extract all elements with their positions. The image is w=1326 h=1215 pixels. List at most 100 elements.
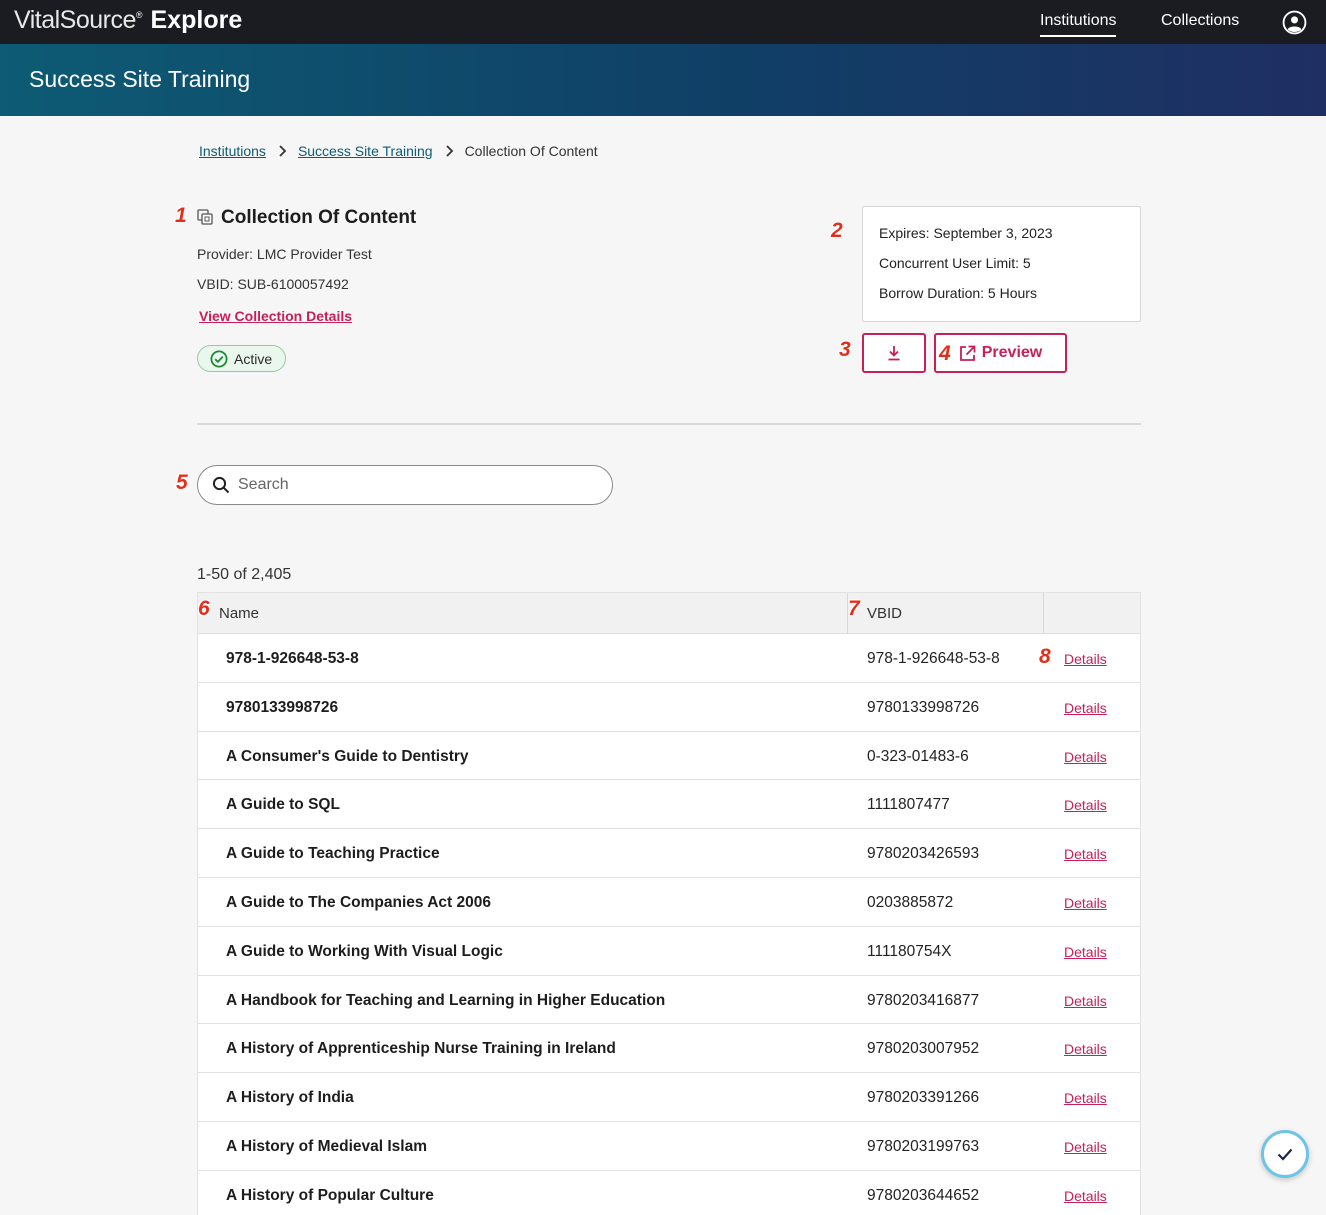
row-vbid: 9780203199763 [867,1137,980,1155]
view-collection-details-link[interactable]: View Collection Details [199,308,352,324]
chevron-right-icon [279,145,287,157]
row-vbid: 111180754X [867,942,952,960]
results-count: 1-50 of 2,405 [197,566,292,583]
table-row: 978-1-926648-53-8 978-1-926648-53-8 Detail… [198,634,1140,683]
status-badge: Active [197,345,286,372]
row-vbid: 978-1-926648-53-8 [867,650,1000,667]
page-banner: Success Site Training [0,44,1326,116]
user-account-icon[interactable] [1282,10,1307,35]
row-name: A History of India [226,1089,354,1107]
annotation-marker-1: 1 [175,204,187,227]
table-row: A History of Medieval Islam 9780203199763… [198,1122,1140,1171]
table-row: A Guide to SQL 1111807477 Details [198,780,1140,830]
row-details-link[interactable]: Details [1064,1041,1107,1057]
table-row: A Guide to The Companies Act 2006 0203885… [198,878,1140,927]
breadcrumb: Institutions Success Site Training Colle… [199,143,598,159]
annotation-marker-2: 2 [831,219,843,242]
collection-info-box: Expires: September 3, 2023 Concurrent Us… [862,206,1141,322]
banner-title: Success Site Training [29,66,251,92]
status-badge-label: Active [234,350,273,367]
info-borrow-duration: Borrow Duration: 5 Hours [879,285,1037,301]
nav-institutions[interactable]: Institutions [1040,12,1117,37]
column-divider [1043,593,1044,634]
breadcrumb-institutions[interactable]: Institutions [199,143,266,159]
table-row: A Handbook for Teaching and Learning in … [198,976,1140,1025]
row-name: A History of Apprenticeship Nurse Traini… [226,1040,616,1058]
table-row: A Consumer's Guide to Dentistry 0-323-014… [198,732,1140,781]
annotation-marker-6: 6 [198,597,210,620]
table-header: Name VBID [198,593,1140,634]
row-details-link[interactable]: Details [1064,1090,1107,1106]
column-header-vbid[interactable]: VBID [867,605,902,622]
search-icon [212,476,230,494]
collection-title: Collection Of Content [221,207,417,228]
row-details-link[interactable]: Details [1064,846,1107,862]
annotation-marker-5: 5 [176,471,188,494]
row-name: 978-1-926648-53-8 [226,650,359,667]
download-button[interactable] [862,333,926,373]
annotation-marker-4: 4 [939,342,951,365]
info-expires: Expires: September 3, 2023 [879,225,1053,241]
row-vbid: 9780203391266 [867,1089,980,1107]
info-concurrent-user-limit: Concurrent User Limit: 5 [879,255,1031,271]
brand-logo[interactable]: VitalSource ® Explore [14,6,242,35]
table-row: 9780133998726 9780133998726 Details [198,683,1140,732]
row-vbid: 9780203007952 [867,1040,980,1058]
preview-button[interactable]: Preview [934,333,1067,373]
row-name: A Guide to Working With Visual Logic [226,942,503,960]
table-row: A Guide to Teaching Practice 978020342659… [198,829,1140,878]
annotation-marker-3: 3 [839,338,851,361]
row-details-link[interactable]: Details [1064,1139,1107,1155]
row-vbid: 9780133998726 [867,698,980,716]
table-row: A History of Apprenticeship Nurse Traini… [198,1024,1140,1074]
brand-product: Explore [150,6,243,34]
row-name: A History of Medieval Islam [226,1137,427,1155]
row-vbid: 9780203426593 [867,845,980,863]
row-details-link[interactable]: Details [1064,895,1107,911]
row-name: A Handbook for Teaching and Learning in … [226,991,666,1009]
row-name: A Guide to The Companies Act 2006 [226,893,491,911]
row-details-link[interactable]: Details [1064,993,1107,1009]
search-box[interactable] [197,465,613,505]
column-header-name[interactable]: Name [219,605,259,622]
nav-collections[interactable]: Collections [1161,12,1239,30]
row-vbid: 0203885872 [867,893,954,911]
row-vbid: 9780203416877 [867,991,980,1009]
row-vbid: 1111807477 [867,796,950,814]
top-navbar: VitalSource ® Explore Institutions Collect… [0,0,1326,44]
row-details-link[interactable]: Details [1064,700,1107,716]
row-details-link[interactable]: Details [1064,797,1107,813]
table-row: A History of Popular Culture 978020364465… [198,1171,1140,1215]
preview-button-label: Preview [981,344,1043,361]
annotation-marker-8: 8 [1039,645,1051,668]
table-row: A History of India 9780203391266 Details [198,1073,1140,1122]
row-name: 9780133998726 [226,698,339,716]
section-divider [197,423,1141,425]
chevron-right-icon [445,145,453,157]
collection-provider: Provider: LMC Provider Test [197,246,372,262]
table-body: 978-1-926648-53-8 978-1-926648-53-8 Detail… [198,634,1140,1215]
content-table: Name VBID 978-1-926648-53-8 978-1-926648-… [197,592,1141,1215]
breadcrumb-success-site-training[interactable]: Success Site Training [298,143,433,159]
row-vbid: 0-323-01483-6 [867,747,969,765]
row-vbid: 9780203644652 [867,1186,980,1204]
floating-check-button[interactable] [1261,1130,1309,1178]
row-name: A Consumer's Guide to Dentistry [226,747,469,765]
collection-vbid: VBID: SUB-6100057492 [197,276,349,292]
search-input[interactable] [238,476,578,494]
row-details-link[interactable]: Details [1064,749,1107,765]
row-details-link[interactable]: Details [1064,944,1107,960]
download-icon [888,346,900,361]
brand-registered-mark: ® [135,10,143,20]
brand-name: VitalSource [14,6,136,34]
checkmark-icon [1277,1148,1293,1161]
check-circle-icon [210,350,228,367]
collection-copy-icon [197,209,213,225]
external-link-icon [959,345,976,361]
row-details-link[interactable]: Details [1064,1188,1107,1204]
annotation-marker-7: 7 [848,597,860,620]
table-row: A Guide to Working With Visual Logic 1111… [198,927,1140,976]
row-details-link[interactable]: Details [1064,651,1107,667]
row-name: A Guide to Teaching Practice [226,845,440,863]
row-name: A History of Popular Culture [226,1186,434,1204]
